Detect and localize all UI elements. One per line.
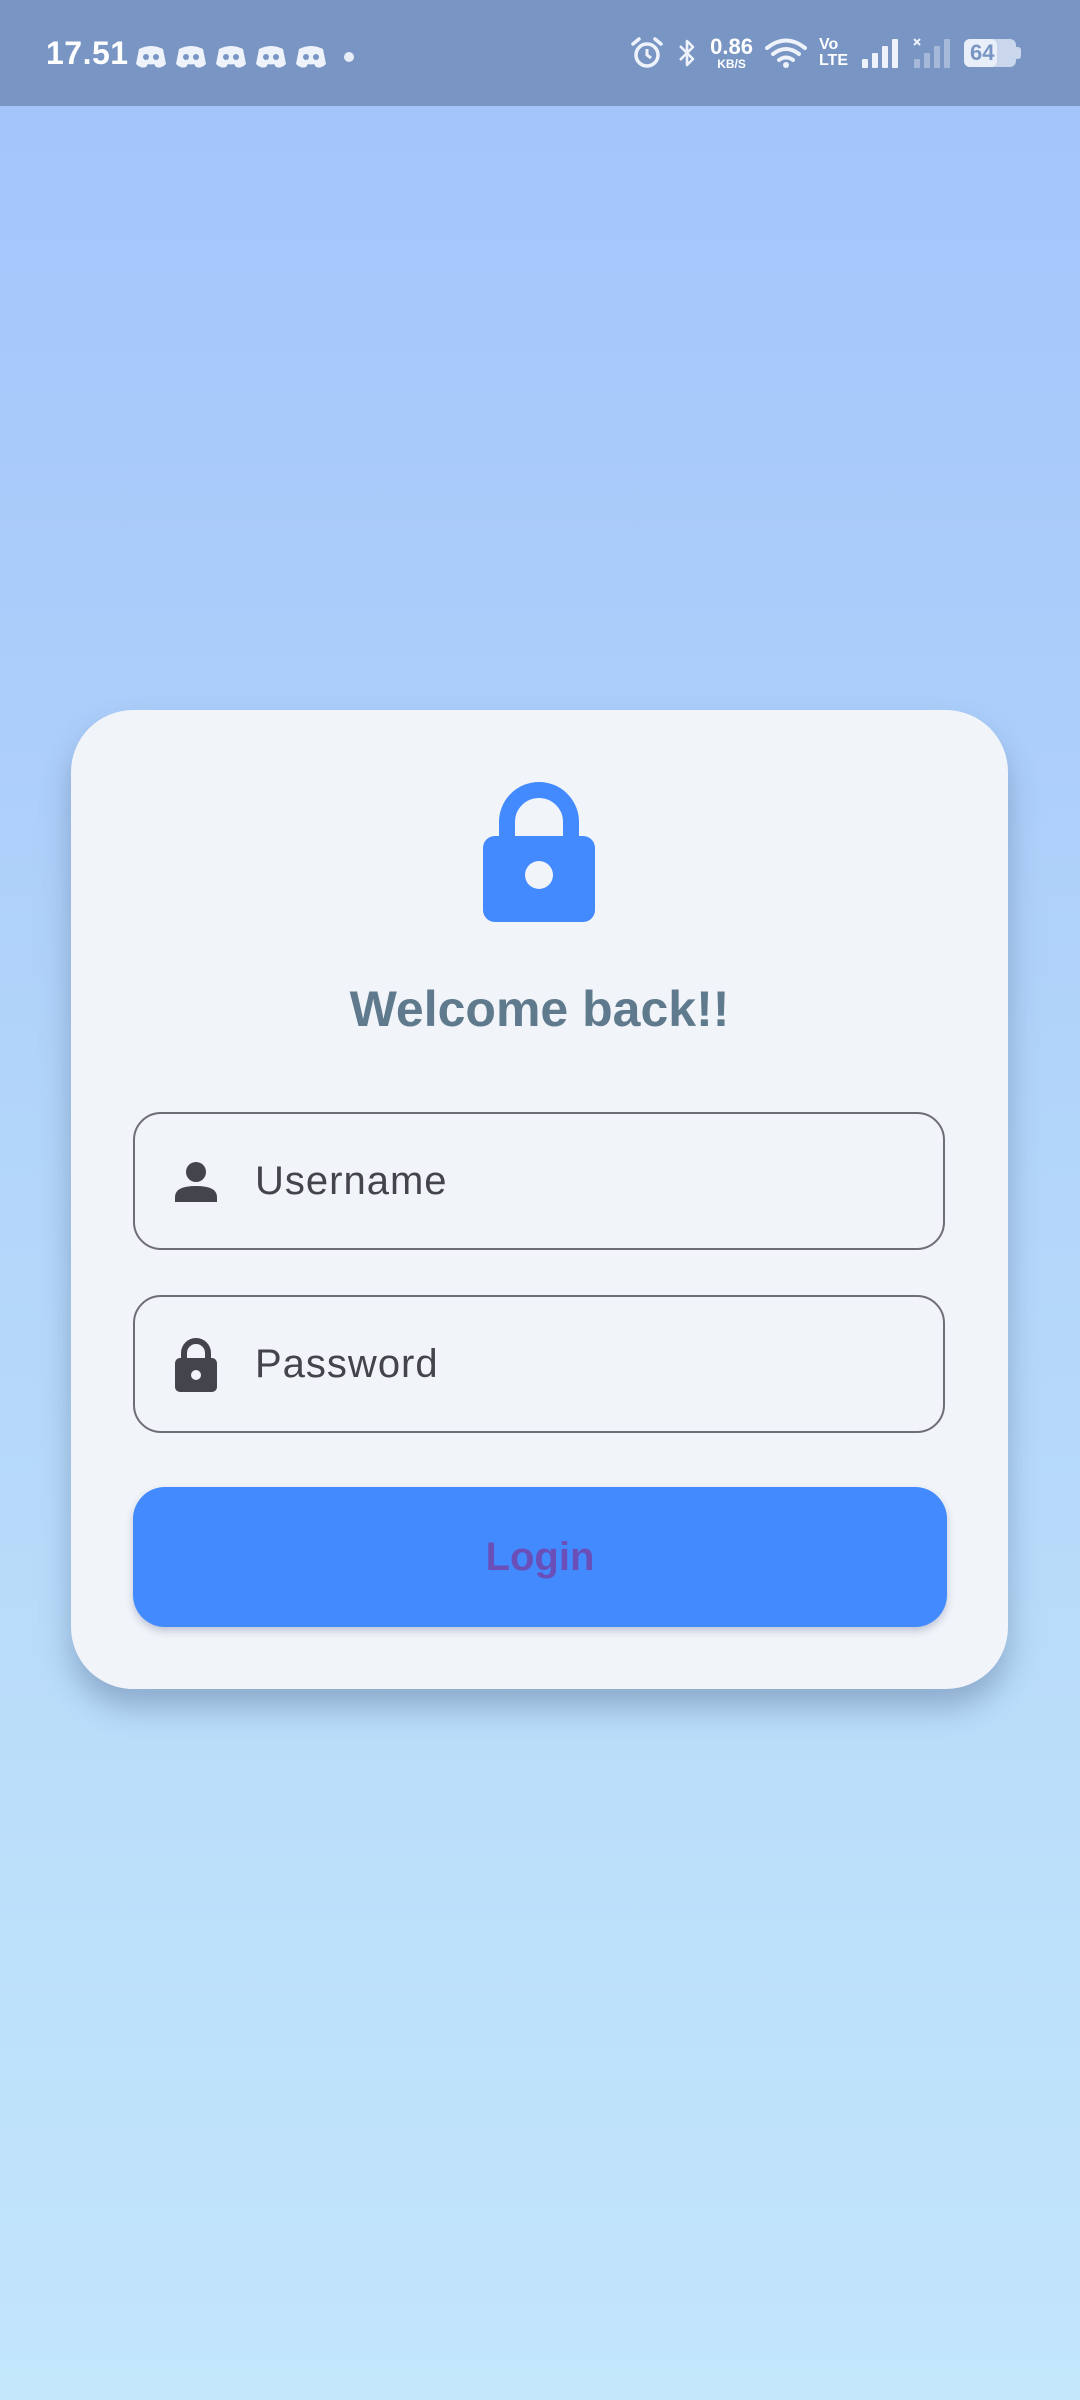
volte-indicator: Vo LTE <box>819 37 848 69</box>
username-field[interactable] <box>133 1112 945 1250</box>
username-input[interactable] <box>253 1157 897 1205</box>
login-button[interactable]: Login <box>133 1487 947 1627</box>
bluetooth-icon <box>679 39 695 67</box>
login-card: Welcome back!! Login <box>71 710 1008 1689</box>
status-bar: 17.51 0.86 KB/S Vo LTE 64 <box>0 0 1080 106</box>
network-speed-value: 0.86 <box>710 34 753 59</box>
signal-no-service-icon <box>913 38 950 68</box>
signal-strength-icon <box>862 39 898 68</box>
discord-icon <box>176 46 206 68</box>
battery-tip <box>1016 47 1021 59</box>
discord-icon <box>296 46 326 68</box>
network-speed-unit: KB/S <box>717 57 746 71</box>
discord-icon <box>256 46 286 68</box>
password-field[interactable] <box>133 1295 945 1433</box>
discord-icon <box>136 46 166 68</box>
discord-icon <box>216 46 246 68</box>
network-speed: 0.86 KB/S <box>710 34 753 71</box>
battery-indicator: 64 <box>964 39 1021 67</box>
status-right-icons: 0.86 KB/S Vo LTE 64 <box>630 0 1021 106</box>
person-icon <box>171 1156 221 1206</box>
notification-icons <box>134 44 354 70</box>
password-input[interactable] <box>253 1340 897 1388</box>
volte-top: Vo <box>818 36 839 53</box>
welcome-title: Welcome back!! <box>349 981 730 1037</box>
lock-icon <box>483 782 595 922</box>
lock-icon <box>171 1338 221 1392</box>
volte-bottom: LTE <box>818 52 848 69</box>
wifi-icon <box>764 38 807 68</box>
more-notifications-dot <box>344 52 354 62</box>
battery-level: 64 <box>970 40 995 65</box>
status-time: 17.51 <box>46 35 129 71</box>
alarm-icon <box>631 37 663 68</box>
